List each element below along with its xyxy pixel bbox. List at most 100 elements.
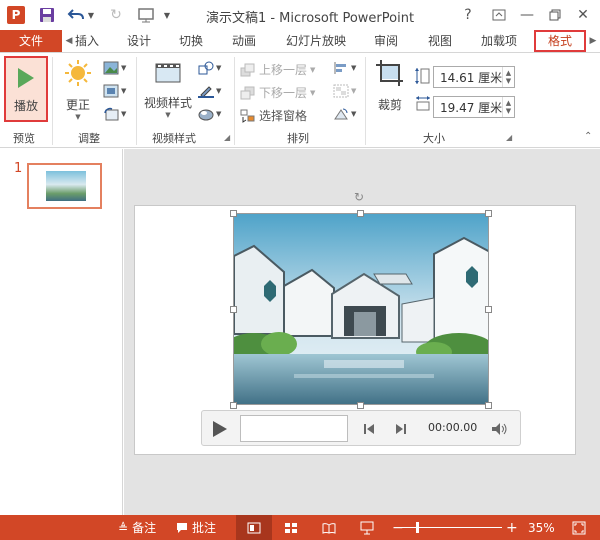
video-poster-image — [234, 214, 488, 404]
tab-format[interactable]: 格式 — [534, 30, 586, 52]
save-icon[interactable] — [38, 5, 56, 25]
skip-forward-icon[interactable] — [394, 422, 408, 436]
help-button[interactable]: ? — [455, 4, 481, 26]
corrections-button[interactable]: 更正 ▼ — [58, 59, 98, 121]
window-title: 演示文稿1 - Microsoft PowerPoint — [205, 11, 415, 26]
reset-design-icon — [104, 107, 119, 121]
tab-scroll-right-icon[interactable]: ▶ — [588, 30, 598, 52]
redo-icon[interactable]: ↻ — [106, 5, 126, 25]
rotate-handle-icon[interactable]: ↻ — [354, 190, 364, 204]
video-effects-button[interactable]: ▼ — [198, 107, 221, 121]
notes-icon: ≜ — [118, 520, 129, 535]
play-label: 播放 — [13, 99, 38, 113]
rotate-button[interactable]: ▼ — [333, 107, 356, 121]
video-border-button[interactable]: ▼ — [198, 84, 221, 98]
zoom-slider[interactable] — [402, 515, 506, 540]
video-styles-icon — [155, 63, 181, 83]
pen-border-icon — [198, 86, 214, 98]
resize-handle-left[interactable] — [230, 306, 237, 313]
tab-design[interactable]: 设计 — [124, 30, 154, 52]
height-spin-arrows[interactable]: ▲ ▼ — [502, 67, 514, 87]
video-styles-dropdown-icon: ▼ — [165, 111, 171, 119]
slide-editing-area: ↻ 00:00.00 — [124, 149, 600, 515]
tab-insert[interactable]: 插入 — [72, 30, 102, 52]
bring-forward-icon — [240, 63, 255, 76]
undo-icon[interactable] — [66, 5, 86, 25]
bring-forward-button[interactable]: 上移一层 ▼ — [240, 61, 315, 78]
undo-dropdown-icon[interactable]: ▼ — [86, 5, 96, 25]
notes-button[interactable]: ≜ 备注 — [118, 515, 156, 540]
zoom-in-button[interactable]: + — [506, 515, 518, 540]
volume-icon[interactable] — [491, 422, 509, 436]
slide-sorter-button[interactable] — [284, 515, 298, 540]
skip-back-icon[interactable] — [362, 422, 376, 436]
normal-view-button[interactable] — [236, 515, 272, 540]
slide-show-button[interactable] — [360, 515, 374, 540]
resize-handle-top-left[interactable] — [230, 210, 237, 217]
restore-button[interactable] — [542, 4, 568, 26]
close-button[interactable]: ✕ — [570, 4, 596, 26]
align-icon — [334, 62, 346, 74]
reading-view-icon — [322, 522, 336, 534]
resize-handle-bottom-left[interactable] — [230, 402, 237, 409]
tab-file[interactable]: 文件 — [0, 30, 62, 52]
video-shape-button[interactable]: ▼ — [198, 61, 221, 75]
poster-frame-icon — [103, 84, 119, 98]
ribbon-tabs: 文件 ◀ 插入 设计 切换 动画 幻灯片放映 审阅 视图 加载项 格式 ▶ — [0, 30, 600, 52]
progress-track[interactable] — [240, 415, 348, 442]
send-backward-button[interactable]: 下移一层 ▼ — [240, 84, 315, 101]
collapse-ribbon-icon[interactable]: ⌃ — [584, 131, 592, 142]
resize-handle-bottom[interactable] — [357, 402, 364, 409]
height-spinner[interactable]: 14.61 厘米 ▲ ▼ — [433, 66, 515, 88]
comments-button[interactable]: 批注 — [176, 515, 216, 540]
width-spin-arrows[interactable]: ▲ ▼ — [502, 97, 514, 117]
tab-animations[interactable]: 动画 — [229, 30, 259, 52]
tab-slide-show[interactable]: 幻灯片放映 — [283, 30, 349, 52]
slide-show-icon — [360, 521, 374, 534]
color-icon — [103, 61, 119, 75]
tab-add-ins[interactable]: 加载项 — [477, 30, 521, 52]
tab-view[interactable]: 视图 — [425, 30, 455, 52]
resize-handle-bottom-right[interactable] — [485, 402, 492, 409]
width-spinner[interactable]: 19.47 厘米 ▲ ▼ — [433, 96, 515, 118]
tab-transitions[interactable]: 切换 — [176, 30, 206, 52]
status-bar: ≜ 备注 批注 − + 35% — [0, 515, 600, 540]
playback-time: 00:00.00 — [428, 421, 478, 434]
fit-slide-button[interactable] — [572, 515, 586, 540]
color-button[interactable]: ▼ — [103, 61, 126, 75]
resize-handle-top[interactable] — [357, 210, 364, 217]
crop-button[interactable]: 裁剪 — [370, 59, 410, 121]
start-from-beginning-icon[interactable] — [136, 5, 158, 25]
video-styles-button[interactable]: 视频样式 ▼ — [140, 59, 196, 121]
size-dialog-launcher-icon[interactable]: ◢ — [506, 133, 512, 142]
align-button[interactable]: ▼ — [333, 61, 356, 75]
minimize-button[interactable]: — — [514, 4, 540, 26]
tab-review[interactable]: 审阅 — [371, 30, 401, 52]
video-frame[interactable] — [233, 213, 489, 405]
selection-pane-button[interactable]: 选择窗格 — [240, 107, 307, 124]
group-objects-button[interactable]: ▼ — [333, 84, 356, 98]
slide-canvas[interactable]: ↻ 00:00.00 — [134, 190, 576, 455]
poster-frame-button[interactable]: ▼ — [103, 84, 126, 98]
normal-view-icon — [247, 522, 261, 533]
selection-pane-label: 选择窗格 — [259, 109, 308, 123]
zoom-level[interactable]: 35% — [528, 515, 555, 540]
comments-label: 批注 — [192, 521, 217, 535]
ribbon-display-options-icon[interactable] — [486, 4, 512, 26]
play-pause-icon[interactable] — [212, 420, 228, 438]
video-styles-dialog-launcher-icon[interactable]: ◢ — [224, 133, 230, 142]
height-value: 14.61 厘米 — [440, 70, 503, 85]
reading-view-button[interactable] — [322, 515, 336, 540]
reset-design-button[interactable]: ▼ — [103, 107, 126, 121]
resize-handle-right[interactable] — [485, 306, 492, 313]
rotate-icon — [334, 108, 348, 120]
zoom-slider-thumb[interactable] — [416, 522, 419, 533]
play-button[interactable]: 播放 — [4, 56, 48, 122]
resize-handle-top-right[interactable] — [485, 210, 492, 217]
separator — [52, 57, 53, 145]
separator — [234, 57, 235, 145]
slide-thumbnail[interactable] — [27, 163, 102, 209]
comments-icon — [177, 522, 187, 533]
crop-icon — [376, 60, 403, 86]
powerpoint-app-icon[interactable]: P — [6, 5, 26, 25]
